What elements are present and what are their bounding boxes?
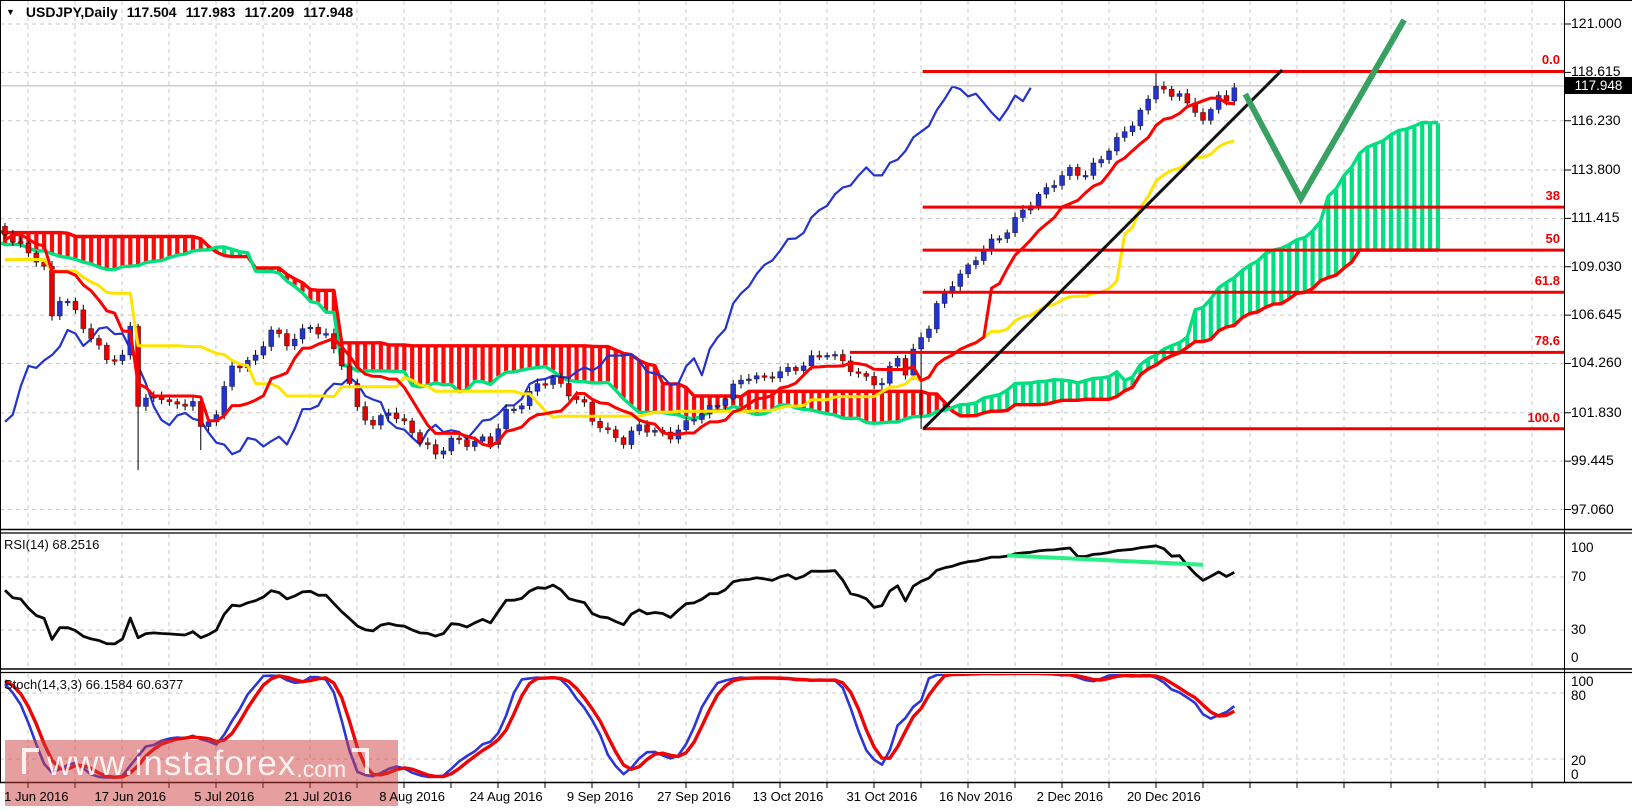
date-tick-label: 24 Aug 2016 — [469, 789, 543, 804]
date-tick-label: 27 Sep 2016 — [657, 789, 731, 804]
stoch-tick-label: 20 — [1571, 753, 1587, 768]
date-tick-label: 13 Oct 2016 — [752, 789, 824, 804]
date-tick-label: 2 Dec 2016 — [1036, 789, 1104, 804]
rsi-tick-label: 70 — [1571, 569, 1587, 584]
date-tick-label: 20 Dec 2016 — [1126, 789, 1201, 804]
ohlc-high: 117.983 — [185, 4, 236, 20]
fib-level-label: 50 — [1545, 231, 1560, 247]
watermark-bracket-icon — [22, 748, 39, 774]
price-tick-label: 106.645 — [1571, 306, 1622, 323]
fib-level-label: 61.8 — [1534, 273, 1560, 289]
trading-chart-window: ▼ USDJPY,Daily 117.504 117.983 117.209 1… — [0, 0, 1632, 811]
symbol-period-label: USDJPY,Daily — [25, 4, 118, 20]
chart-collapse-icon[interactable]: ▼ — [6, 7, 15, 17]
fib-level-label: 78.6 — [1534, 333, 1560, 349]
fib-level-label: 100.0 — [1527, 409, 1560, 425]
price-tick-label: 99.445 — [1571, 452, 1614, 469]
ohlc-close: 117.948 — [303, 4, 354, 20]
date-tick-label: 9 Sep 2016 — [566, 789, 634, 804]
date-tick-label: 21 Jul 2016 — [284, 789, 352, 804]
price-tick-label: 101.830 — [1571, 403, 1622, 420]
rsi-tick-label: 0 — [1571, 650, 1579, 665]
rsi-pane[interactable] — [0, 534, 1564, 668]
price-tick-label: 113.800 — [1571, 161, 1621, 178]
fib-level-label: 38 — [1545, 188, 1560, 204]
chart-title: ▼ USDJPY,Daily 117.504 117.983 117.209 1… — [6, 4, 353, 20]
price-tick-label: 116.230 — [1571, 111, 1621, 128]
main-price-pane[interactable] — [0, 1, 1564, 531]
stoch-tick-label: 0 — [1571, 767, 1579, 782]
date-tick-label: 16 Nov 2016 — [939, 789, 1013, 804]
stoch-value-d: 60.6377 — [136, 677, 184, 692]
price-tick-label: 97.060 — [1571, 500, 1614, 517]
current-price-badge: 117.948 — [1565, 77, 1632, 95]
date-tick-label: 1 Jun 2016 — [4, 789, 69, 804]
rsi-tick-label: 100 — [1571, 540, 1594, 555]
ohlc-low: 117.209 — [244, 4, 295, 20]
price-tick-label: 111.415 — [1571, 209, 1620, 226]
price-tick-label: 104.260 — [1571, 354, 1622, 371]
watermark-bracket-icon — [352, 748, 370, 774]
price-tick-label: 109.030 — [1571, 257, 1622, 274]
fib-level-label: 0.0 — [1541, 52, 1560, 68]
stoch-tick-label: 80 — [1571, 688, 1587, 703]
ohlc-open: 117.504 — [126, 4, 177, 20]
stoch-label: Stoch(14,3,3) 66.1584 60.6377 — [4, 677, 184, 692]
frame-layer — [0, 0, 1632, 788]
date-tick-label: 17 Jun 2016 — [94, 789, 167, 804]
date-tick-label: 8 Aug 2016 — [379, 789, 446, 804]
fibonacci-retracement[interactable] — [849, 69, 1564, 431]
rsi-label: RSI(14) 68.2516 — [4, 537, 100, 552]
instaforex-watermark: www.instaforex .com — [22, 744, 370, 784]
date-tick-label: 31 Oct 2016 — [846, 789, 918, 804]
date-tick-label: 5 Jul 2016 — [194, 789, 255, 804]
rsi-value: 68.2516 — [52, 537, 100, 552]
stoch-value-k: 66.1584 — [85, 677, 133, 692]
rsi-tick-label: 30 — [1571, 622, 1587, 637]
chart-canvas[interactable] — [0, 0, 1632, 811]
price-tick-label: 121.000 — [1571, 15, 1622, 31]
stoch-tick-label: 100 — [1571, 674, 1594, 689]
